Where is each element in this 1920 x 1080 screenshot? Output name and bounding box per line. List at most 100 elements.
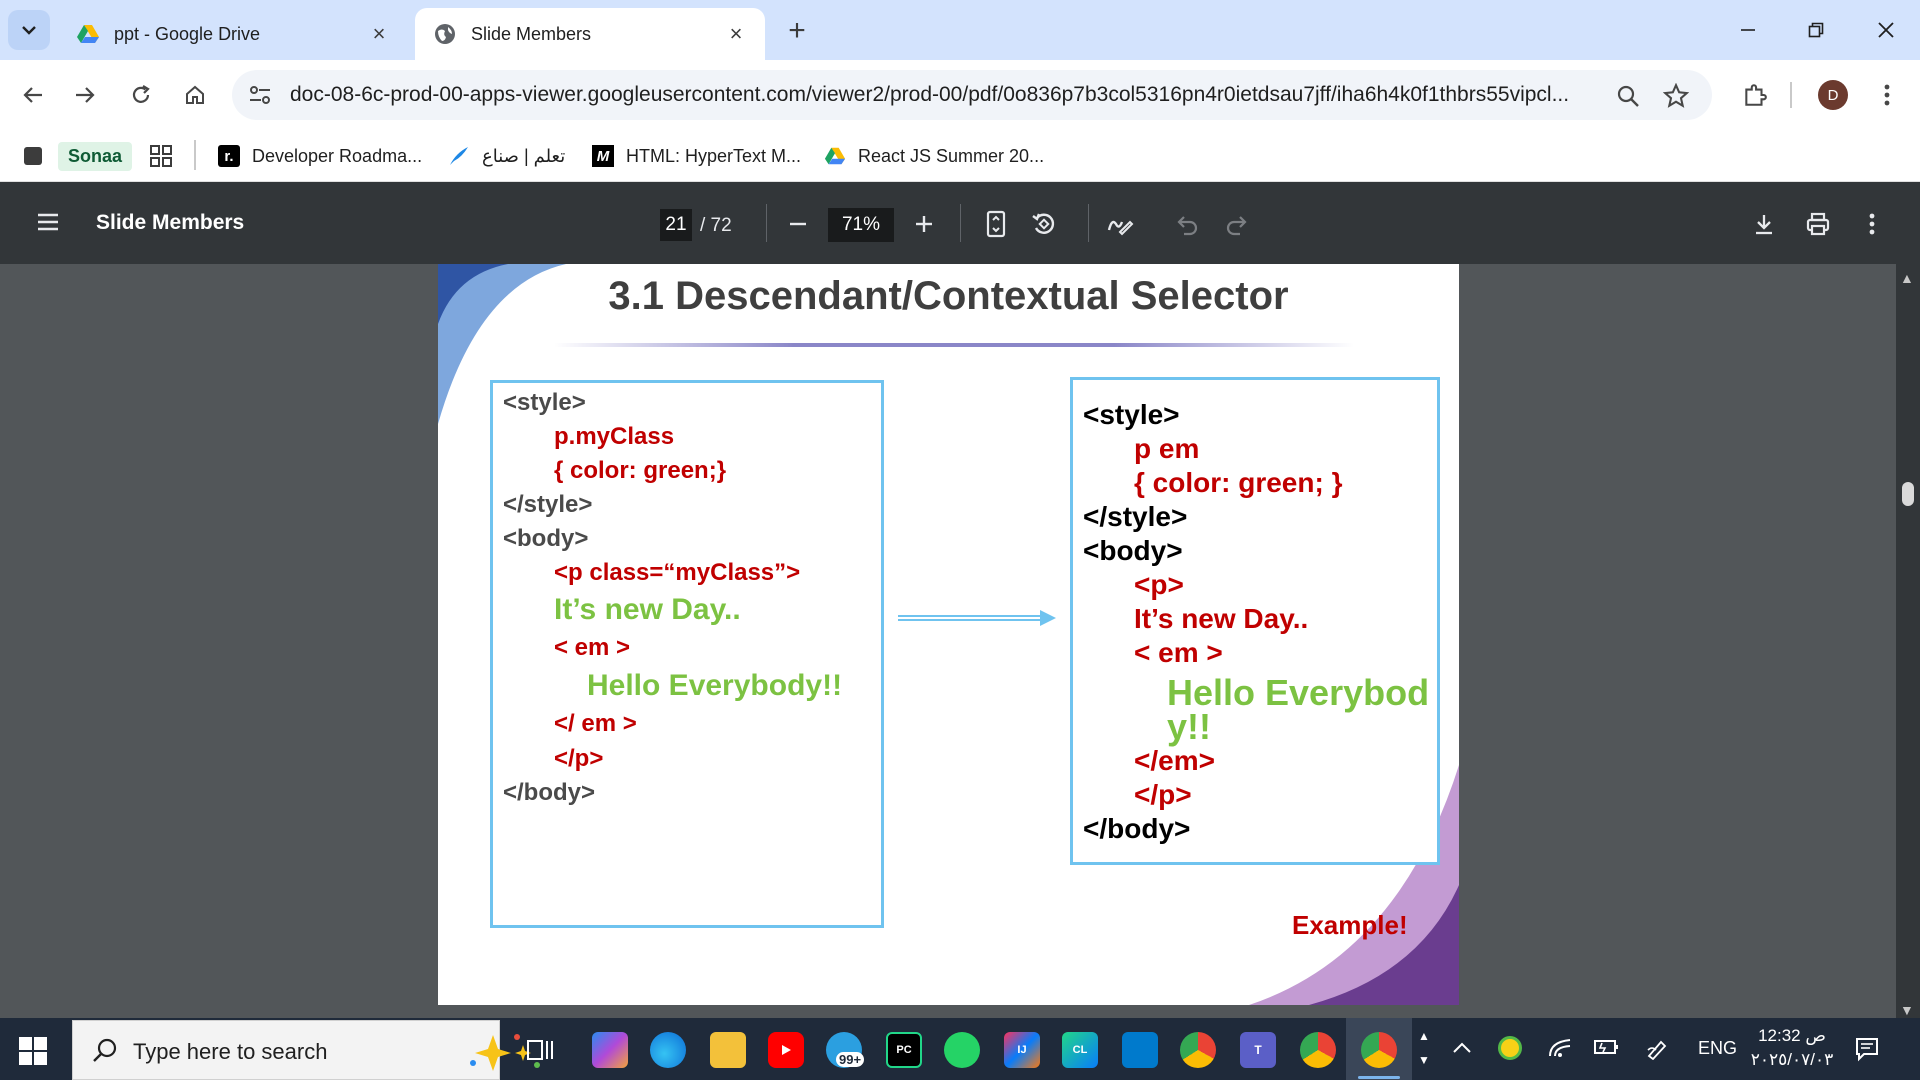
- browser-toolbar: doc-08-6c-prod-00-apps-viewer.googleuser…: [0, 60, 1920, 130]
- new-tab-button[interactable]: +: [780, 14, 814, 48]
- teams-icon[interactable]: T: [1240, 1032, 1276, 1068]
- back-button[interactable]: [14, 76, 52, 114]
- bookmark-label: HTML: HyperText M...: [626, 145, 802, 166]
- zoom-in-button[interactable]: [908, 208, 940, 240]
- code-example-class-selector: <style> p.myClass { color: green;} </sty…: [490, 380, 884, 928]
- bookmark-sonaa[interactable]: Sonaa: [58, 140, 133, 172]
- address-bar[interactable]: doc-08-6c-prod-00-apps-viewer.googleuser…: [232, 70, 1712, 120]
- clock-date: ٢٠٢٥/٠٧/٠٣: [1750, 1050, 1834, 1069]
- active-app-indicator: [1358, 1076, 1400, 1079]
- print-button[interactable]: [1802, 208, 1834, 240]
- download-button[interactable]: [1748, 208, 1780, 240]
- zoom-page-icon[interactable]: [1614, 82, 1642, 110]
- taskbar-scroll-arrows-icon[interactable]: ▲ ▼: [1418, 1024, 1430, 1072]
- scrollbar-thumb[interactable]: [1902, 482, 1914, 506]
- notification-center-icon[interactable]: [1854, 1036, 1880, 1062]
- minimize-button[interactable]: [1718, 8, 1778, 52]
- pen-annotate-icon: [1107, 220, 1134, 236]
- clion-icon[interactable]: CL: [1062, 1032, 1098, 1068]
- whatsapp-icon[interactable]: [944, 1032, 980, 1068]
- bookmark-html-mdn[interactable]: M HTML: HyperText M...: [592, 140, 801, 172]
- show-hidden-icons-icon[interactable]: [1452, 1038, 1472, 1059]
- scroll-up-arrow-icon[interactable]: ▲: [1900, 270, 1914, 286]
- code-line: { color: green; }: [1134, 467, 1343, 498]
- code-line: </body>: [503, 779, 596, 806]
- fit-page-button[interactable]: [980, 208, 1012, 240]
- copilot-app-icon[interactable]: [592, 1032, 628, 1068]
- pdf-document-title: Slide Members: [96, 211, 245, 234]
- download-icon: [1756, 215, 1772, 235]
- code-line: </body>: [1083, 813, 1191, 844]
- minimize-icon: [1741, 29, 1755, 31]
- roadmap-icon: r.: [218, 145, 240, 167]
- site-info-icon[interactable]: [246, 81, 274, 109]
- tray-app-icon[interactable]: [1498, 1036, 1522, 1060]
- scroll-down-arrow-icon[interactable]: ▼: [1900, 1002, 1914, 1018]
- file-explorer-icon[interactable]: [710, 1032, 746, 1068]
- telegram-icon[interactable]: 99+: [826, 1032, 865, 1068]
- bookmark-developer-roadmap[interactable]: r. Developer Roadma...: [218, 140, 422, 172]
- task-view-icon[interactable]: [522, 1032, 558, 1068]
- code-line: <style>: [1083, 399, 1180, 430]
- chrome-active-icon[interactable]: [1361, 1032, 1397, 1068]
- bookmarks-divider: [194, 140, 196, 170]
- wifi-icon[interactable]: [1548, 1038, 1572, 1063]
- code-line: </style>: [1083, 501, 1188, 532]
- tab-slide-members[interactable]: Slide Members ×: [415, 8, 765, 60]
- tab-google-drive[interactable]: ppt - Google Drive ×: [58, 8, 408, 60]
- vscode-icon[interactable]: [1122, 1032, 1158, 1068]
- vertical-scrollbar[interactable]: [1896, 264, 1920, 1018]
- bookmark-apps[interactable]: [150, 140, 184, 172]
- undo-button[interactable]: [1172, 208, 1204, 240]
- intellij-icon[interactable]: IJ: [1004, 1032, 1040, 1068]
- annotate-button[interactable]: [1104, 208, 1136, 240]
- bookmark-star-icon[interactable]: [1662, 82, 1690, 110]
- bookmark-square[interactable]: [22, 140, 56, 172]
- search-placeholder: Type here to search: [133, 1039, 328, 1064]
- restore-button[interactable]: [1786, 8, 1846, 52]
- windows-start-icon[interactable]: [18, 1036, 48, 1066]
- right-arrow-icon: [898, 610, 1056, 626]
- close-tab-icon[interactable]: ×: [725, 21, 747, 46]
- pen-ink-icon[interactable]: [1646, 1038, 1670, 1065]
- redo-button[interactable]: [1220, 208, 1252, 240]
- youtube-icon[interactable]: [768, 1032, 804, 1068]
- pdf-viewport[interactable]: 3.1 Descendant/Contextual Selector <styl…: [0, 264, 1920, 1018]
- reload-button[interactable]: [122, 76, 160, 114]
- zoom-level-input[interactable]: 71%: [828, 208, 894, 242]
- pdf-toolbar-divider: [1088, 204, 1089, 242]
- taskbar-search[interactable]: Type here to search: [72, 1020, 540, 1080]
- chrome-profile-icon[interactable]: [1180, 1032, 1216, 1068]
- page-number-input[interactable]: 21: [660, 209, 692, 241]
- bookmark-react-js[interactable]: React JS Summer 20...: [824, 140, 1044, 172]
- edge-browser-icon[interactable]: [650, 1032, 686, 1068]
- home-icon: [186, 85, 204, 104]
- pdf-sidebar-button[interactable]: [32, 206, 64, 238]
- close-window-button[interactable]: [1856, 8, 1916, 52]
- profile-avatar[interactable]: D: [1818, 80, 1848, 110]
- code-line: It’s new Day..: [1134, 603, 1309, 634]
- pdf-toolbar-divider: [766, 204, 767, 242]
- chrome-icon[interactable]: [1300, 1032, 1336, 1068]
- pycharm-icon[interactable]: PC: [886, 1032, 922, 1068]
- code-line: <p class=“myClass”>: [554, 559, 801, 586]
- url-text[interactable]: doc-08-6c-prod-00-apps-viewer.googleuser…: [290, 83, 1630, 107]
- browser-menu-button[interactable]: [1868, 76, 1906, 114]
- pdf-more-button[interactable]: [1856, 208, 1888, 240]
- code-line: <body>: [503, 525, 589, 552]
- apps-grid-icon: [150, 145, 172, 167]
- arrow-left-icon: [23, 87, 42, 103]
- battery-icon[interactable]: [1592, 1038, 1620, 1061]
- taskbar-clock[interactable]: 12:32 ص ٢٠٢٥/٠٧/٠٣: [1742, 1024, 1842, 1072]
- input-language[interactable]: ENG: [1698, 1038, 1737, 1059]
- close-tab-icon[interactable]: ×: [368, 21, 390, 46]
- bookmark-sonaa-learn[interactable]: تعلم | صناع: [448, 140, 565, 172]
- code-example-descendant-selector: <style> p em { color: green; } </style> …: [1070, 377, 1440, 865]
- zoom-out-button[interactable]: [782, 208, 814, 240]
- rotate-button[interactable]: [1028, 208, 1060, 240]
- extensions-button[interactable]: [1736, 76, 1774, 114]
- tab-search-button[interactable]: [8, 10, 50, 50]
- pdf-toolbar-divider: [960, 204, 961, 242]
- forward-button[interactable]: [66, 76, 104, 114]
- home-button[interactable]: [176, 76, 214, 114]
